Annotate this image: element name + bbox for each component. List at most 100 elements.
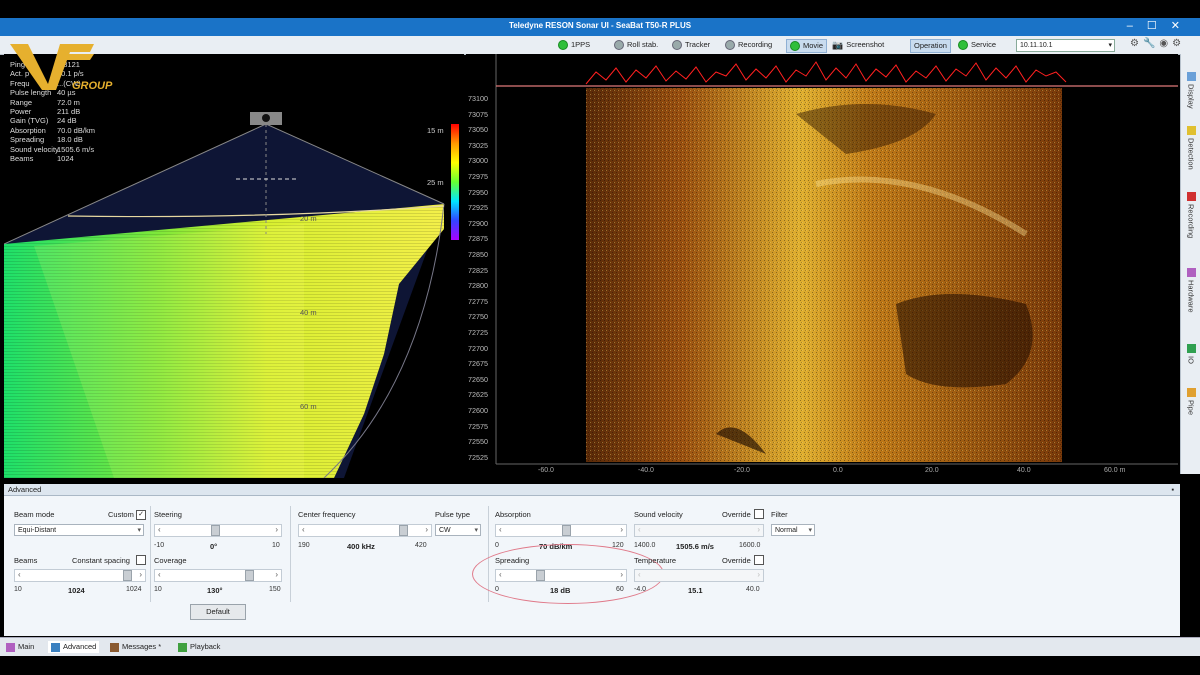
- slider-thumb[interactable]: [245, 570, 254, 581]
- filter-label: Filter: [771, 510, 788, 519]
- temperature-slider[interactable]: ‹ ›: [634, 569, 764, 582]
- tab-messages[interactable]: Messages *: [110, 641, 161, 653]
- tab-playback[interactable]: Playback: [178, 641, 220, 653]
- messages-icon: [110, 642, 119, 652]
- tab-detection[interactable]: Detection: [1183, 126, 1199, 170]
- ip-address-select[interactable]: 10.11.10.1 ▾: [1016, 39, 1115, 52]
- tab-recording[interactable]: Recording: [1183, 192, 1199, 238]
- minimize-icon[interactable]: –: [1127, 20, 1147, 32]
- y-tick: 72725: [468, 328, 488, 337]
- close-icon[interactable]: ✕: [1171, 20, 1194, 32]
- center-frequency-slider[interactable]: ‹ ›: [298, 524, 432, 537]
- sound-velocity-value: 1505.6 m/s: [676, 542, 714, 551]
- sound-velocity-max: 1600.0: [739, 542, 761, 549]
- stat-value: 72.0 m: [57, 97, 80, 107]
- stat-value: 1505.6 m/s: [57, 144, 95, 154]
- steering-label: Steering: [154, 510, 182, 519]
- temperature-override-checkbox[interactable]: [754, 555, 764, 565]
- custom-checkbox[interactable]: ✓: [136, 510, 146, 520]
- toolbar-tools[interactable]: ⚙🔧◉⚙: [1130, 38, 1185, 49]
- tab-io[interactable]: IO: [1183, 344, 1199, 364]
- toolbar-screenshot[interactable]: 📷 Screenshot: [832, 39, 884, 51]
- toolbar-1pps[interactable]: 1PPS: [558, 39, 590, 51]
- toolbar-operation[interactable]: Operation: [910, 39, 951, 53]
- sound-velocity-slider[interactable]: ‹ ›: [634, 524, 764, 537]
- wrench-icon[interactable]: 🔧: [1143, 38, 1159, 49]
- chevron-left-icon[interactable]: ‹: [158, 525, 161, 535]
- chevron-right-icon[interactable]: ›: [620, 525, 623, 535]
- stat-row: Beams 1024: [10, 154, 95, 163]
- y-tick: 72650: [468, 374, 488, 384]
- pulse-type-select[interactable]: CW ▾: [435, 524, 481, 536]
- toolbar-tracker[interactable]: Tracker: [672, 39, 710, 51]
- colorbar-label: 15 m: [427, 126, 444, 135]
- window-controls[interactable]: –☐✕: [1127, 19, 1194, 32]
- slider-thumb[interactable]: [211, 525, 220, 536]
- temperature-min: -4.0: [634, 586, 647, 593]
- toolbar-movie[interactable]: Movie: [786, 39, 828, 53]
- chevron-left-icon[interactable]: ‹: [18, 570, 21, 580]
- help-icon[interactable]: ◉: [1159, 38, 1172, 49]
- chevron-left-icon[interactable]: ‹: [158, 570, 161, 580]
- chevron-right-icon[interactable]: ›: [275, 570, 278, 580]
- constant-spacing-checkbox[interactable]: [136, 555, 146, 565]
- dock-icon[interactable]: ▪: [1171, 484, 1174, 496]
- maximize-icon[interactable]: ☐: [1147, 20, 1171, 32]
- tab-hardware[interactable]: Hardware: [1183, 268, 1199, 313]
- toolbar: 1PPS Roll stab. Tracker Recording Movie …: [0, 36, 1200, 55]
- depth-colorbar: [451, 124, 459, 240]
- slider-thumb[interactable]: [399, 525, 408, 536]
- tab-main[interactable]: Main: [6, 641, 34, 653]
- y-tick: 72975: [468, 172, 488, 181]
- steering-slider[interactable]: ‹ ›: [154, 524, 282, 537]
- absorption-min: 0: [495, 542, 499, 549]
- tab-advanced[interactable]: Advanced: [48, 641, 100, 653]
- y-tick: 73000: [468, 156, 488, 166]
- hardware-icon: [1186, 268, 1196, 277]
- beam-mode-select[interactable]: Equi-Distant ▾: [14, 524, 144, 536]
- chevron-right-icon[interactable]: ›: [757, 570, 760, 580]
- y-tick: 72925: [468, 203, 488, 213]
- stat-row: Power 211 dB: [10, 107, 95, 116]
- water-column-view[interactable]: Ping ...3121 Act. p 10.1 p/s Frequ ...(CW) Pul…: [4, 54, 464, 478]
- stat-label: Absorption: [10, 125, 46, 135]
- filter-select[interactable]: Normal ▾: [771, 524, 815, 536]
- toolbar-recording[interactable]: Recording: [725, 39, 772, 51]
- chevron-right-icon[interactable]: ›: [425, 525, 428, 535]
- sidescan-view[interactable]: 73100 73075 73050 73025 73000 72975 72950 72925…: [466, 54, 1178, 478]
- default-button[interactable]: Default: [190, 604, 246, 620]
- tab-pipe[interactable]: Pipe: [1183, 388, 1199, 415]
- x-tick: 20.0: [925, 467, 939, 474]
- y-tick: 72850: [468, 250, 488, 259]
- absorption-slider[interactable]: ‹ ›: [495, 524, 627, 537]
- chevron-left-icon[interactable]: ‹: [302, 525, 305, 535]
- playback-icon: [178, 642, 187, 652]
- stat-row: Sound velocity1505.6 m/s: [10, 145, 95, 154]
- slider-thumb[interactable]: [123, 570, 132, 581]
- chevron-down-icon: ▾: [808, 527, 812, 534]
- side-tabs: Display Detection Recording Hardware IO …: [1180, 54, 1200, 474]
- gear-icon[interactable]: ⚙: [1172, 38, 1185, 49]
- temperature-label: Temperature: [634, 556, 677, 565]
- coverage-slider[interactable]: ‹ ›: [154, 569, 282, 582]
- display-icon: [1186, 72, 1196, 81]
- slider-thumb[interactable]: [562, 525, 571, 536]
- chevron-left-icon[interactable]: ‹: [638, 525, 641, 535]
- tab-display[interactable]: Display: [1183, 72, 1199, 109]
- chevron-right-icon[interactable]: ›: [757, 525, 760, 535]
- chevron-left-icon[interactable]: ‹: [638, 570, 641, 580]
- beams-min: 10: [14, 586, 22, 593]
- beams-slider[interactable]: ‹ ›: [14, 569, 146, 582]
- chevron-right-icon[interactable]: ›: [139, 570, 142, 580]
- status-ok-icon: [790, 41, 800, 51]
- stat-value: 18.0 dB: [57, 135, 83, 145]
- toolbar-roll-stab[interactable]: Roll stab.: [614, 39, 658, 51]
- sound-velocity-override-checkbox[interactable]: [754, 509, 764, 519]
- detection-icon: [1186, 126, 1196, 135]
- chevron-right-icon[interactable]: ›: [275, 525, 278, 535]
- y-tick: 72575: [468, 421, 488, 431]
- chevron-left-icon[interactable]: ‹: [499, 525, 502, 535]
- y-tick: 73100: [468, 94, 488, 103]
- settings-icon[interactable]: ⚙: [1130, 38, 1143, 49]
- toolbar-service[interactable]: Service: [958, 39, 996, 51]
